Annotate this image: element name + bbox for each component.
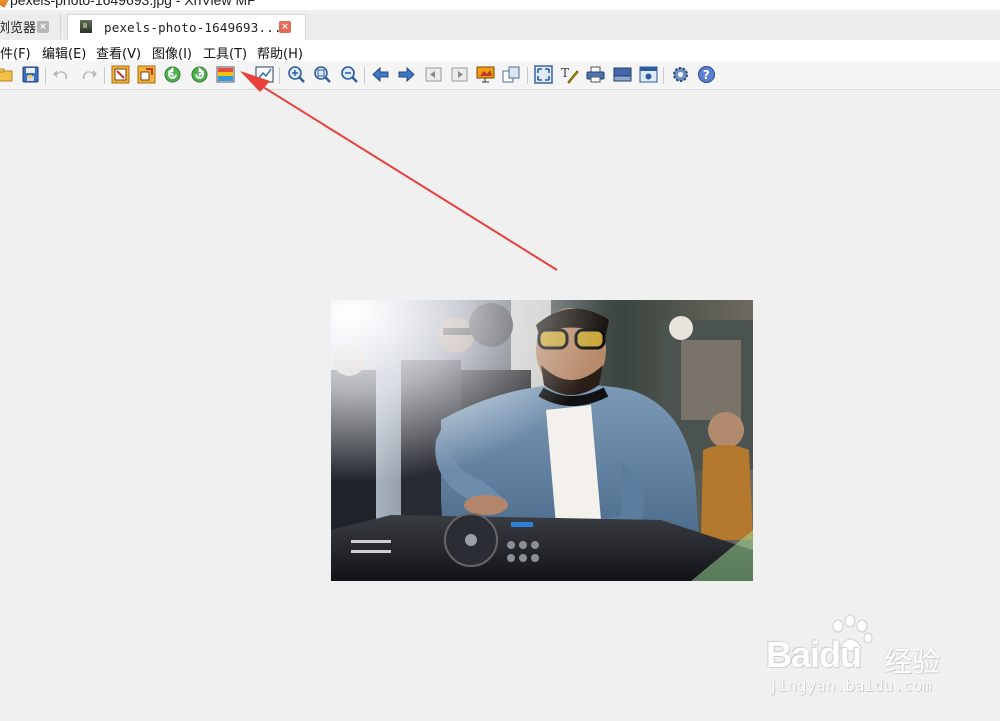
last-icon[interactable] xyxy=(450,65,469,84)
window-title-bar: pexels-photo-1649693.jpg - XnView MP xyxy=(0,0,1000,10)
watermark-brand: Baidu xyxy=(766,634,862,675)
image-thumbnail-icon xyxy=(80,20,92,33)
dj-photo xyxy=(331,300,753,581)
menu-tools[interactable]: 工具(T) xyxy=(203,43,247,62)
redo-icon[interactable] xyxy=(79,65,98,84)
undo-icon[interactable] xyxy=(52,65,71,84)
close-icon[interactable]: × xyxy=(37,21,49,33)
copy-icon[interactable] xyxy=(502,65,521,84)
fullscreen-icon[interactable] xyxy=(534,65,553,84)
compare-icon[interactable] xyxy=(255,65,274,84)
resize-icon[interactable] xyxy=(137,65,156,84)
baidu-watermark: Baidu 经验 jingyan.baidu.com xyxy=(766,614,956,704)
help-icon[interactable]: ? xyxy=(697,65,716,84)
toolbar-separator xyxy=(279,67,280,84)
previous-icon[interactable] xyxy=(371,65,390,84)
toolbar-separator xyxy=(663,67,664,84)
window-title: pexels-photo-1649693.jpg - XnView MP xyxy=(10,0,257,8)
slideshow-icon[interactable] xyxy=(476,65,495,84)
toolbar-separator xyxy=(104,67,105,84)
adjust-icon[interactable] xyxy=(216,65,235,84)
rotate-right-icon[interactable] xyxy=(190,65,209,84)
tab-bar: 浏览器 × pexels-photo-1649693... × xyxy=(0,14,1000,40)
menu-view[interactable]: 查看(V) xyxy=(96,43,141,62)
next-icon[interactable] xyxy=(397,65,416,84)
print-icon[interactable] xyxy=(586,65,605,84)
app-logo-icon xyxy=(0,0,11,8)
toolbar-separator xyxy=(45,67,46,84)
menu-help[interactable]: 帮助(H) xyxy=(257,43,303,62)
tab-browser[interactable]: 浏览器 × xyxy=(0,14,61,39)
toolbar-separator xyxy=(527,67,528,84)
toolbar-separator xyxy=(364,67,365,84)
save-icon[interactable] xyxy=(21,65,40,84)
open-folder-icon[interactable] xyxy=(0,65,15,84)
close-icon[interactable]: × xyxy=(279,21,291,33)
svg-text:T: T xyxy=(561,66,569,80)
tab-label: 浏览器 xyxy=(0,21,37,36)
zoom-fit-icon[interactable] xyxy=(313,65,332,84)
rotate-left-icon[interactable] xyxy=(163,65,182,84)
menu-bar: 文件(F) 编辑(E) 查看(V) 图像(I) 工具(T) 帮助(H) xyxy=(0,40,1000,62)
crop-icon[interactable] xyxy=(111,65,130,84)
settings-icon[interactable] xyxy=(671,65,690,84)
toolbar: T ? xyxy=(0,61,1000,90)
svg-text:?: ? xyxy=(703,68,710,82)
scanner-icon[interactable] xyxy=(613,65,632,84)
tab-image[interactable]: pexels-photo-1649693... × xyxy=(67,14,306,40)
edit-text-icon[interactable]: T xyxy=(560,65,579,84)
menu-edit[interactable]: 编辑(E) xyxy=(42,43,86,62)
capture-icon[interactable] xyxy=(639,65,658,84)
first-icon[interactable] xyxy=(424,65,443,84)
menu-image[interactable]: 图像(I) xyxy=(152,43,192,62)
tab-label: pexels-photo-1649693... xyxy=(104,20,282,35)
menu-file[interactable]: 文件(F) xyxy=(0,43,31,62)
watermark-cn: 经验 xyxy=(884,645,941,678)
watermark-url: jingyan.baidu.com xyxy=(768,676,932,695)
zoom-in-icon[interactable] xyxy=(287,65,306,84)
zoom-out-icon[interactable] xyxy=(340,65,359,84)
